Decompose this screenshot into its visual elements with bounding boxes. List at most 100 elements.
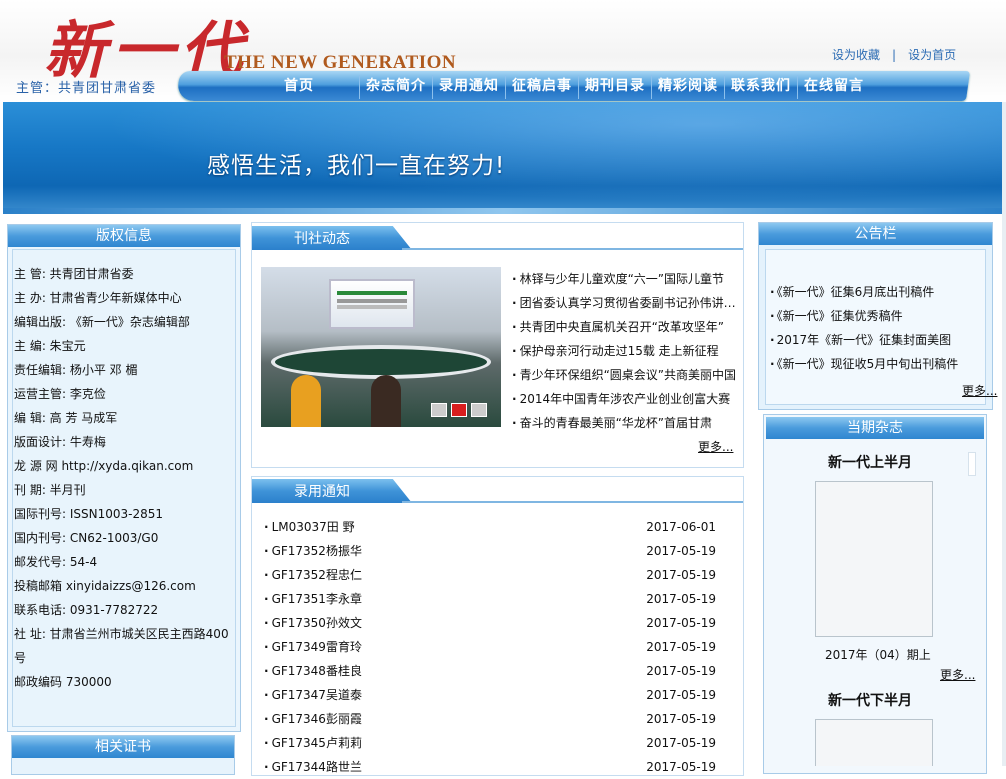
issue-first-caption[interactable]: 2017年（04）期上 <box>825 646 931 663</box>
nav-catalog[interactable]: 期刊目录 <box>579 75 652 99</box>
acceptance-date: 2017-05-19 <box>646 592 716 606</box>
acceptance-list: LM03037田 野 2017-06-01 GF17352杨振华 2017-05-1… <box>264 515 716 779</box>
acceptance-header-rule <box>402 501 743 503</box>
nav-acceptance[interactable]: 录用通知 <box>433 75 506 99</box>
set-homepage-link[interactable]: 设为首页 <box>908 48 956 62</box>
acceptance-row[interactable]: GF17352杨振华 2017-05-19 <box>264 539 716 563</box>
news-item[interactable]: 2014年中国青年涉农产业创业创富大赛 <box>512 387 738 411</box>
acceptance-date: 2017-05-19 <box>646 736 716 750</box>
acceptance-row[interactable]: GF17351李永章 2017-05-19 <box>264 587 716 611</box>
news-header: 刊社动态 <box>252 226 743 250</box>
main-nav: 首页 杂志简介 录用通知 征稿启事 期刊目录 精彩阅读 联系我们 在线留言 <box>270 75 870 99</box>
copyright-line: 责任编辑: 杨小平 邓 楣 <box>14 363 138 377</box>
copyright-line: 刊 期: 半月刊 <box>14 483 86 497</box>
acceptance-name: GF17352杨振华 <box>264 539 362 563</box>
acceptance-name: GF17347吴道泰 <box>264 683 362 707</box>
news-title: 刊社动态 <box>252 226 412 250</box>
copyright-line: 国际刊号: ISSN1003-2851 <box>14 507 164 521</box>
slide-dot-active[interactable] <box>451 403 467 417</box>
bulletin-list: 《新一代》征集6月底出刊稿件 《新一代》征集优秀稿件 2017年《新一代》征集封… <box>770 280 985 376</box>
news-slideshow[interactable] <box>261 267 501 427</box>
acceptance-row[interactable]: GF17350孙效文 2017-05-19 <box>264 611 716 635</box>
acceptance-row[interactable]: GF17352程忠仁 2017-05-19 <box>264 563 716 587</box>
bulletin-item[interactable]: 《新一代》征集优秀稿件 <box>770 304 985 328</box>
bookmark-link[interactable]: 设为收藏 <box>832 48 880 62</box>
sponsor-text: 主管：共青团甘肃省委 <box>16 81 157 96</box>
issue-first-name[interactable]: 新一代上半月 <box>828 452 912 472</box>
acceptance-name: GF17344路世兰 <box>264 755 362 779</box>
nav-about[interactable]: 杂志简介 <box>360 75 433 99</box>
acceptance-date: 2017-06-01 <box>646 520 716 534</box>
slide-dot[interactable] <box>471 403 487 417</box>
news-item[interactable]: 林铎与少年儿童欢度“六一”国际儿童节 <box>512 267 738 291</box>
acceptance-name: GF17345卢莉莉 <box>264 731 362 755</box>
acceptance-date: 2017-05-19 <box>646 544 716 558</box>
issue-more-link[interactable]: 更多... <box>940 666 975 683</box>
acceptance-name: GF17348番桂良 <box>264 659 362 683</box>
issue-first-cover[interactable] <box>815 481 933 637</box>
copyright-line: 运营主管: 李克俭 <box>14 387 106 401</box>
nav-featured[interactable]: 精彩阅读 <box>652 75 725 99</box>
bulletin-item[interactable]: 《新一代》征集6月底出刊稿件 <box>770 280 985 304</box>
acceptance-date: 2017-05-19 <box>646 760 716 774</box>
copyright-line: 主 编: 朱宝元 <box>14 339 86 353</box>
news-more-link[interactable]: 更多... <box>698 438 733 455</box>
acceptance-name: GF17350孙效文 <box>264 611 362 635</box>
news-item[interactable]: 保护母亲河行动走过15载 走上新征程 <box>512 339 738 363</box>
banner: 感悟生活，我们一直在努力! <box>3 102 1004 214</box>
acceptance-row[interactable]: GF17345卢莉莉 2017-05-19 <box>264 731 716 755</box>
news-item[interactable]: 奋斗的青春最美丽“华龙杯”首届甘肃 <box>512 411 738 435</box>
link-separator: | <box>892 48 897 62</box>
bulletin-more-link[interactable]: 更多... <box>962 382 997 399</box>
slide-table <box>271 345 491 379</box>
copyright-line: 主 办: 甘肃省青少年新媒体中心 <box>14 291 182 305</box>
nav-call-for-papers[interactable]: 征稿启事 <box>506 75 579 99</box>
bulletin-item[interactable]: 《新一代》现征收5月中旬出刊稿件 <box>770 352 985 376</box>
slide-dots <box>431 403 487 417</box>
copyright-line: 投稿邮箱 xinyidaizzs@126.com <box>14 579 196 593</box>
bulletin-title: 公告栏 <box>759 223 992 245</box>
news-item[interactable]: 团省委认真学习贯彻省委副书记孙伟讲话精神 <box>512 291 738 315</box>
news-item[interactable]: 共青团中央直属机关召开“改革攻坚年” <box>512 315 738 339</box>
issue-second-cover[interactable] <box>815 719 933 766</box>
acceptance-name: GF17351李永章 <box>264 587 362 611</box>
nav-home[interactable]: 首页 <box>270 75 360 99</box>
acceptance-name: GF17346彭丽霞 <box>264 707 362 731</box>
issue-scrollbar[interactable] <box>968 452 976 476</box>
acceptance-row[interactable]: GF17344路世兰 2017-05-19 <box>264 755 716 779</box>
acceptance-row[interactable]: GF17348番桂良 2017-05-19 <box>264 659 716 683</box>
page-edge <box>1002 102 1006 766</box>
acceptance-date: 2017-05-19 <box>646 712 716 726</box>
copyright-title: 版权信息 <box>8 225 240 247</box>
acceptance-row[interactable]: GF17349雷育玲 2017-05-19 <box>264 635 716 659</box>
copyright-line: 主 管: 共青团甘肃省委 <box>14 267 134 281</box>
copyright-line: 社 址: 甘肃省兰州市城关区民主西路400号 <box>14 627 229 665</box>
news-item[interactable]: 青少年环保组织“圆桌会议”共商美丽中国 <box>512 363 738 387</box>
copyright-line: 联系电话: 0931-7782722 <box>14 603 159 617</box>
slide-person <box>371 375 401 427</box>
copyright-line: 龙 源 网 http://xyda.qikan.com <box>14 459 194 473</box>
copyright-line: 国内刊号: CN62-1003/G0 <box>14 531 159 545</box>
issue-second-name[interactable]: 新一代下半月 <box>828 690 912 710</box>
acceptance-date: 2017-05-19 <box>646 688 716 702</box>
acceptance-panel: 录用通知 LM03037田 野 2017-06-01 GF17352杨振华 2017… <box>251 476 744 776</box>
nav-message[interactable]: 在线留言 <box>798 75 870 99</box>
copyright-line: 编辑出版: 《新一代》杂志编辑部 <box>14 315 190 329</box>
slide-dot[interactable] <box>431 403 447 417</box>
news-list: 林铎与少年儿童欢度“六一”国际儿童节 团省委认真学习贯彻省委副书记孙伟讲话精神 … <box>512 267 738 435</box>
banner-stripe <box>3 208 1004 214</box>
copyright-line: 邮发代号: 54-4 <box>14 555 98 569</box>
acceptance-row[interactable]: GF17347吴道泰 2017-05-19 <box>264 683 716 707</box>
banner-slogan: 感悟生活，我们一直在努力! <box>207 153 506 179</box>
acceptance-row[interactable]: GF17346彭丽霞 2017-05-19 <box>264 707 716 731</box>
acceptance-row[interactable]: LM03037田 野 2017-06-01 <box>264 515 716 539</box>
bulletin-item[interactable]: 2017年《新一代》征集封面美图 <box>770 328 985 352</box>
copyright-line: 版面设计: 牛寿梅 <box>14 435 106 449</box>
top-links: 设为收藏 | 设为首页 <box>832 46 956 63</box>
acceptance-header: 录用通知 <box>252 479 743 503</box>
copyright-line: 编 辑: 高 芳 马成军 <box>14 411 118 425</box>
copyright-line: 邮政编码 730000 <box>14 675 112 689</box>
nav-contact[interactable]: 联系我们 <box>725 75 798 99</box>
copyright-list: 主 管: 共青团甘肃省委 主 办: 甘肃省青少年新媒体中心 编辑出版: 《新一代… <box>14 262 234 694</box>
slide-person <box>291 375 321 427</box>
